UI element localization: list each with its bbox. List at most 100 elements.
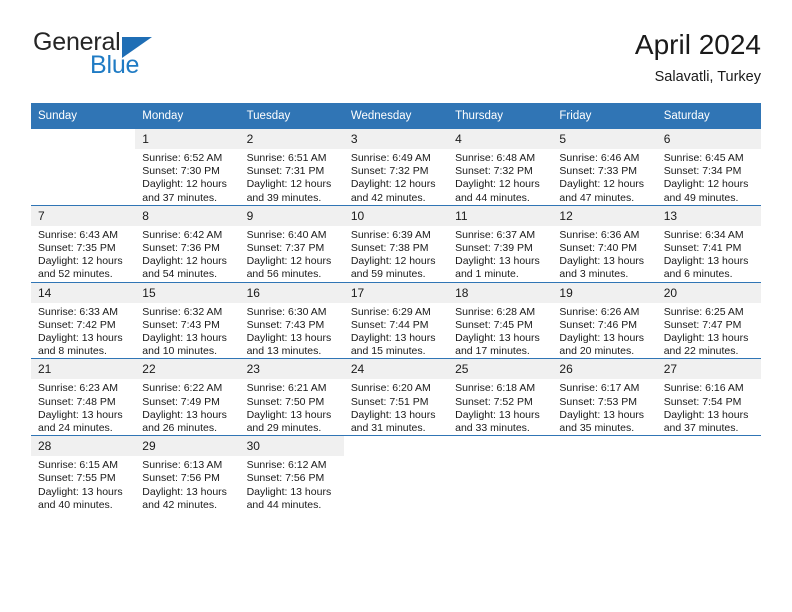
day-detail-line: and 24 minutes. <box>38 422 113 435</box>
day-detail-line: and 1 minute. <box>455 268 519 281</box>
day-number: 25 <box>448 359 553 380</box>
calendar-day-cell[interactable]: 29 Sunrise: 6:13 AM Sunset: 7:56 PM Dayligh… <box>135 436 240 512</box>
day-number: 30 <box>239 436 344 457</box>
calendar-day-cell[interactable]: 11 Sunrise: 6:37 AM Sunset: 7:39 PM Dayligh… <box>448 205 553 283</box>
day-detail-line: Daylight: 13 hours <box>559 332 645 345</box>
weekday-header-tuesday: Tuesday <box>239 103 344 129</box>
day-detail-line: Daylight: 12 hours <box>246 255 332 268</box>
calendar-day-cell[interactable]: 12 Sunrise: 6:36 AM Sunset: 7:40 PM Dayligh… <box>552 205 657 283</box>
day-detail-line: Sunrise: 6:16 AM <box>663 382 744 395</box>
day-detail-line: and 37 minutes. <box>142 191 217 204</box>
day-number: 2 <box>239 129 344 149</box>
calendar-empty-cell <box>31 129 136 206</box>
day-details: Sunrise: 6:42 AM Sunset: 7:36 PM Daylight:… <box>135 226 239 282</box>
calendar-day-cell[interactable]: 24 Sunrise: 6:20 AM Sunset: 7:51 PM Dayligh… <box>343 358 449 437</box>
calendar-day-cell[interactable]: 1 Sunrise: 6:52 AM Sunset: 7:30 PM Daylight… <box>135 129 240 206</box>
calendar-day-cell[interactable]: 4 Sunrise: 6:48 AM Sunset: 7:32 PM Daylight… <box>448 129 553 206</box>
day-detail-line: and 10 minutes. <box>142 345 217 358</box>
day-detail-line: and 39 minutes. <box>246 191 322 204</box>
day-number: 5 <box>552 129 657 149</box>
day-number: 22 <box>135 359 240 380</box>
calendar-day-cell[interactable]: 27 Sunrise: 6:16 AM Sunset: 7:54 PM Dayligh… <box>656 358 761 437</box>
day-detail-line: Sunset: 7:48 PM <box>38 395 116 408</box>
day-detail-line: Sunset: 7:53 PM <box>559 395 638 408</box>
calendar-day-cell[interactable]: 8 Sunrise: 6:42 AM Sunset: 7:36 PM Daylight… <box>135 205 240 283</box>
calendar-day-cell[interactable]: 16 Sunrise: 6:30 AM Sunset: 7:43 PM Dayligh… <box>239 282 344 360</box>
day-detail-line: Sunset: 7:39 PM <box>455 242 533 255</box>
day-number: 4 <box>448 129 553 149</box>
calendar-day-cell[interactable]: 28 Sunrise: 6:15 AM Sunset: 7:55 PM Dayligh… <box>31 436 136 512</box>
brand-logo[interactable]: General Blue <box>31 28 251 90</box>
day-detail-line: and 59 minutes. <box>350 268 426 281</box>
day-details <box>552 456 656 459</box>
calendar-day-cell[interactable]: 26 Sunrise: 6:17 AM Sunset: 7:53 PM Dayligh… <box>552 358 657 437</box>
day-detail-line: Daylight: 12 hours <box>663 178 749 191</box>
day-detail-line: Sunrise: 6:17 AM <box>559 382 640 395</box>
day-details: Sunrise: 6:45 AM Sunset: 7:34 PM Daylight:… <box>657 149 761 205</box>
day-detail-line: Sunrise: 6:25 AM <box>663 305 744 318</box>
calendar-week-row: 21 Sunrise: 6:23 AM Sunset: 7:48 PM Dayligh… <box>31 358 761 437</box>
calendar-day-cell[interactable]: 9 Sunrise: 6:40 AM Sunset: 7:37 PM Daylight… <box>239 205 344 283</box>
day-detail-line: Sunrise: 6:15 AM <box>38 459 118 472</box>
day-detail-line: and 52 minutes. <box>38 268 113 281</box>
weekday-header-thursday: Thursday <box>448 103 553 129</box>
day-detail-line: Daylight: 12 hours <box>142 178 227 191</box>
day-number: 18 <box>448 282 553 303</box>
calendar-day-cell[interactable]: 19 Sunrise: 6:26 AM Sunset: 7:46 PM Dayligh… <box>552 282 657 360</box>
day-detail-line: Sunrise: 6:52 AM <box>142 152 223 164</box>
calendar-day-cell[interactable]: 25 Sunrise: 6:18 AM Sunset: 7:52 PM Dayligh… <box>448 358 553 437</box>
day-number <box>448 436 553 457</box>
calendar-day-cell[interactable]: 6 Sunrise: 6:45 AM Sunset: 7:34 PM Daylight… <box>656 129 761 206</box>
day-details <box>31 149 135 152</box>
day-detail-line: Sunrise: 6:13 AM <box>142 459 223 472</box>
calendar-day-cell[interactable]: 7 Sunrise: 6:43 AM Sunset: 7:35 PM Daylight… <box>31 205 136 283</box>
day-detail-line: Sunrise: 6:33 AM <box>38 305 118 318</box>
day-detail-line: Sunrise: 6:45 AM <box>663 152 744 164</box>
day-detail-line: Sunset: 7:50 PM <box>246 395 325 408</box>
day-details: Sunrise: 6:51 AM Sunset: 7:31 PM Daylight:… <box>240 149 344 205</box>
day-detail-line: Sunset: 7:32 PM <box>350 165 429 178</box>
day-detail-line: and 44 minutes. <box>455 191 530 204</box>
day-detail-line: Sunrise: 6:26 AM <box>559 305 640 318</box>
calendar-day-cell[interactable]: 14 Sunrise: 6:33 AM Sunset: 7:42 PM Dayligh… <box>31 282 136 360</box>
day-number: 9 <box>239 205 344 226</box>
calendar-day-cell[interactable]: 21 Sunrise: 6:23 AM Sunset: 7:48 PM Dayligh… <box>31 358 136 437</box>
day-detail-line: and 47 minutes. <box>559 191 635 204</box>
day-detail-line: Daylight: 13 hours <box>455 332 540 345</box>
day-detail-line: and 37 minutes. <box>663 422 739 435</box>
day-detail-line: Daylight: 12 hours <box>559 178 645 191</box>
day-detail-line: and 44 minutes. <box>246 498 322 511</box>
calendar-day-cell[interactable]: 2 Sunrise: 6:51 AM Sunset: 7:31 PM Daylight… <box>239 129 344 206</box>
day-detail-line: Sunrise: 6:12 AM <box>246 459 327 472</box>
day-detail-line: Sunrise: 6:46 AM <box>559 152 640 164</box>
calendar-day-cell[interactable]: 20 Sunrise: 6:25 AM Sunset: 7:47 PM Dayligh… <box>656 282 761 360</box>
calendar-body: 1 Sunrise: 6:52 AM Sunset: 7:30 PM Daylight… <box>31 129 761 512</box>
calendar-day-cell[interactable]: 3 Sunrise: 6:49 AM Sunset: 7:32 PM Daylight… <box>343 129 449 206</box>
calendar-day-cell[interactable]: 23 Sunrise: 6:21 AM Sunset: 7:50 PM Dayligh… <box>239 358 344 437</box>
day-detail-line: Sunset: 7:52 PM <box>455 395 533 408</box>
calendar-day-cell[interactable]: 13 Sunrise: 6:34 AM Sunset: 7:41 PM Dayligh… <box>656 205 761 283</box>
weekday-header-sunday: Sunday <box>31 103 136 129</box>
day-detail-line: Sunrise: 6:40 AM <box>246 228 327 241</box>
day-details: Sunrise: 6:40 AM Sunset: 7:37 PM Daylight:… <box>240 226 344 282</box>
day-detail-line: Daylight: 12 hours <box>350 255 436 268</box>
page-title: April 2024 <box>634 29 761 60</box>
day-number: 28 <box>31 436 136 457</box>
day-detail-line: and 15 minutes. <box>350 345 426 358</box>
calendar-day-cell[interactable]: 17 Sunrise: 6:29 AM Sunset: 7:44 PM Dayligh… <box>343 282 449 360</box>
calendar-day-cell[interactable]: 5 Sunrise: 6:46 AM Sunset: 7:33 PM Daylight… <box>552 129 657 206</box>
day-details <box>657 456 761 459</box>
calendar-day-cell[interactable]: 30 Sunrise: 6:12 AM Sunset: 7:56 PM Dayligh… <box>239 436 344 512</box>
day-detail-line: Daylight: 13 hours <box>38 485 123 498</box>
day-number <box>31 129 136 149</box>
day-details <box>344 456 448 459</box>
day-detail-line: and 6 minutes. <box>663 268 733 281</box>
day-detail-line: Daylight: 13 hours <box>142 332 227 345</box>
day-details: Sunrise: 6:37 AM Sunset: 7:39 PM Daylight:… <box>448 226 552 282</box>
day-detail-line: Sunset: 7:37 PM <box>246 242 325 255</box>
calendar-day-cell[interactable]: 18 Sunrise: 6:28 AM Sunset: 7:45 PM Dayligh… <box>448 282 553 360</box>
calendar-day-cell[interactable]: 22 Sunrise: 6:22 AM Sunset: 7:49 PM Dayligh… <box>135 358 240 437</box>
calendar-day-cell[interactable]: 15 Sunrise: 6:32 AM Sunset: 7:43 PM Dayligh… <box>135 282 240 360</box>
day-detail-line: Sunset: 7:40 PM <box>559 242 638 255</box>
calendar-day-cell[interactable]: 10 Sunrise: 6:39 AM Sunset: 7:38 PM Dayligh… <box>343 205 449 283</box>
